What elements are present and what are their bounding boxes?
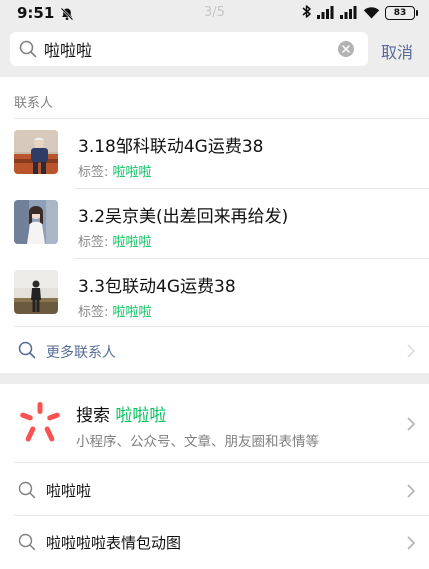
souyisou-logo-icon [18, 402, 62, 450]
tag-value: 啦啦啦 [112, 235, 152, 250]
contact-row[interactable]: 3.2吴京美(出差回来再给发) 标签: 啦啦啦 [0, 189, 429, 259]
cancel-button[interactable]: 取消 [381, 39, 413, 63]
souyisou-prefix: 搜索 [76, 406, 110, 426]
souyisou-description: 小程序、公众号、文章、朋友圈和表情等 [76, 434, 319, 450]
section-header: 联系人 [14, 96, 54, 111]
more-contacts-label: 更多联系人 [46, 345, 116, 361]
suggestion-row[interactable]: 啦啦啦啦表情包动图 [0, 516, 429, 567]
search-icon [18, 341, 36, 363]
suggestion-label: 啦啦啦 [46, 482, 92, 500]
souyisou-row[interactable]: 搜索 啦啦啦 小程序、公众号、文章、朋友圈和表情等 [0, 384, 429, 462]
wifi-icon [363, 4, 380, 23]
bluetooth-icon [302, 4, 312, 23]
contact-name: 3.3包联动4G运费38 [78, 277, 236, 297]
contact-tag: 标签: 啦啦啦 [78, 301, 152, 320]
more-contacts-button[interactable]: 更多联系人 [0, 327, 429, 373]
contact-tag: 标签: 啦啦啦 [78, 231, 152, 250]
status-icons: 83 [297, 4, 418, 23]
battery-icon: 83 [385, 6, 418, 20]
tag-label: 标签: [78, 165, 113, 180]
avatar [14, 130, 58, 174]
suggestion-label: 啦啦啦啦表情包动图 [46, 534, 182, 552]
contact-name: 3.2吴京美(出差回来再给发) [78, 207, 289, 227]
chevron-right-icon [407, 416, 416, 435]
search-bar: 取消 [0, 28, 429, 74]
divider [14, 462, 429, 463]
search-icon [18, 533, 36, 555]
status-bar: 9:51 3/5 83 [0, 0, 429, 28]
contact-row[interactable]: 3.3包联动4G运费38 标签: 啦啦啦 [0, 259, 429, 329]
chevron-right-icon [407, 535, 416, 554]
tag-value: 啦啦啦 [112, 305, 152, 320]
avatar [14, 270, 58, 314]
contact-tag: 标签: 啦啦啦 [78, 161, 152, 180]
contact-row[interactable]: 3.18邹科联动4G运费38 标签: 啦啦啦 [0, 119, 429, 189]
signal-icon [317, 4, 335, 23]
search-suggestions-section: 搜索 啦啦啦 小程序、公众号、文章、朋友圈和表情等 啦啦啦 啦啦啦啦表情包动图 [0, 384, 429, 569]
clear-icon[interactable] [338, 41, 354, 61]
search-box[interactable] [10, 32, 368, 66]
avatar [14, 200, 58, 244]
chevron-right-icon [407, 483, 416, 502]
search-icon [19, 40, 37, 62]
signal-icon [340, 4, 358, 23]
contacts-section: 联系人 3.18邹科联动4G运费38 标签: 啦啦啦 3.2吴京美(出差回来再给… [0, 77, 429, 373]
chevron-right-icon [407, 343, 416, 362]
souyisou-keyword: 啦啦啦 [115, 406, 167, 426]
souyisou-title: 搜索 啦啦啦 [76, 401, 166, 426]
search-icon [18, 481, 36, 503]
search-input[interactable] [44, 32, 334, 66]
contact-name: 3.18邹科联动4G运费38 [78, 137, 264, 157]
tag-label: 标签: [78, 235, 113, 250]
tag-value: 啦啦啦 [112, 165, 152, 180]
tag-label: 标签: [78, 305, 113, 320]
suggestion-row[interactable]: 啦啦啦 [0, 464, 429, 515]
